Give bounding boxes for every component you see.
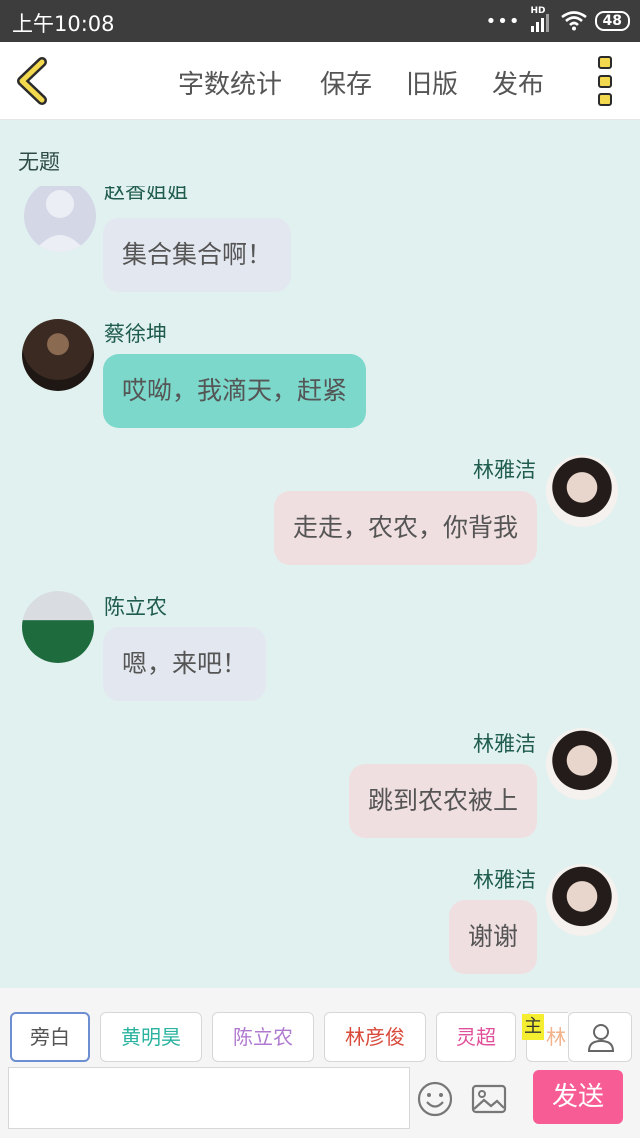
send-button[interactable]: 发送 — [533, 1070, 623, 1124]
sender-name: 赵香姐姐 — [104, 186, 188, 203]
sender-name: 林雅洁 — [473, 732, 536, 756]
more-button[interactable] — [590, 54, 620, 108]
emoji-button[interactable] — [416, 1080, 454, 1118]
character-chip[interactable]: 灵超 — [436, 1012, 516, 1062]
document-title[interactable]: 无题 — [18, 146, 60, 176]
message-bubble[interactable]: 走走，农农，你背我 — [273, 491, 537, 565]
word-count-button[interactable]: 字数统计 — [178, 64, 282, 101]
editor-toolbar: 字数统计 保存 旧版 发布 — [0, 42, 640, 120]
chat-list[interactable]: 赵香姐姐 集合集合啊！ 蔡徐坤 哎呦，我滴天，赶紧 林雅洁 走走，农农，你背我 … — [0, 186, 640, 988]
avatar[interactable] — [22, 591, 94, 663]
battery-icon: 48 — [594, 11, 630, 31]
smiley-icon — [417, 1081, 453, 1117]
character-chip-narration[interactable]: 旁白 — [10, 1012, 90, 1062]
message-input[interactable] — [8, 1067, 410, 1129]
message-bubble[interactable]: 跳到农农被上 — [348, 764, 537, 838]
character-chip[interactable]: 陈立农 — [212, 1012, 314, 1062]
publish-button[interactable]: 发布 — [492, 64, 544, 101]
sender-name: 蔡徐坤 — [104, 322, 167, 346]
avatar[interactable] — [24, 186, 96, 252]
avatar[interactable] — [546, 455, 618, 527]
message-bubble[interactable]: 集合集合啊！ — [103, 218, 292, 292]
message-bubble[interactable]: 谢谢 — [448, 900, 537, 974]
main-character-tag: 主 — [522, 1014, 544, 1040]
save-button[interactable]: 保存 — [320, 64, 372, 101]
person-icon — [587, 1024, 615, 1052]
avatar[interactable] — [22, 319, 94, 391]
message-bubble[interactable]: 哎呦，我滴天，赶紧 — [103, 354, 367, 428]
chevron-left-icon — [17, 57, 47, 105]
more-icon-dot — [598, 93, 612, 106]
avatar[interactable] — [546, 728, 618, 800]
avatar[interactable] — [546, 864, 618, 936]
status-time: 上午10:08 — [12, 12, 115, 36]
default-avatar-icon — [34, 190, 86, 252]
sender-name: 林雅洁 — [473, 458, 536, 482]
old-version-button[interactable]: 旧版 — [406, 64, 458, 101]
more-icon-dot — [598, 56, 612, 69]
message-bubble[interactable]: 嗯，来吧！ — [103, 627, 267, 701]
sender-name: 陈立农 — [104, 595, 167, 619]
more-icon-dot — [598, 74, 612, 88]
wifi-icon — [560, 11, 587, 31]
character-chip[interactable]: 林彦俊 — [324, 1012, 426, 1062]
back-button[interactable] — [14, 56, 54, 106]
sender-name: 林雅洁 — [473, 868, 536, 892]
status-bar: 上午10:08 ••• HD 48 — [0, 0, 640, 42]
status-icons: ••• HD 48 — [486, 6, 630, 36]
image-button[interactable] — [470, 1080, 508, 1118]
character-manage-button[interactable] — [568, 1012, 632, 1062]
signal-icon: HD — [529, 6, 553, 32]
character-chip[interactable]: 黄明昊 — [100, 1012, 202, 1062]
image-icon — [471, 1084, 507, 1114]
composer-panel: 旁白 黄明昊 陈立农 林彦俊 灵超 林 主 发送 — [0, 988, 640, 1138]
more-dots-icon: ••• — [485, 10, 521, 32]
